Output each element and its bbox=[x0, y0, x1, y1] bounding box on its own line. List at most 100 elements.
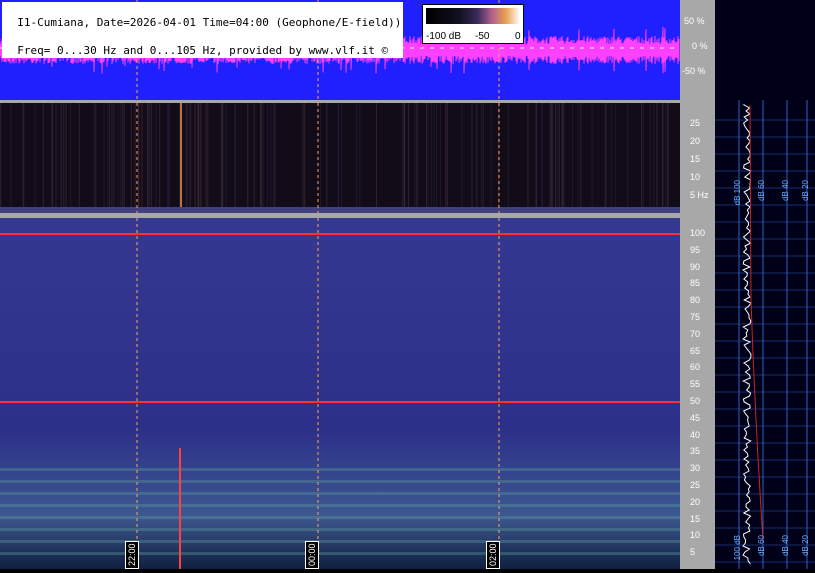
wave-tick: -50 % bbox=[682, 66, 706, 76]
time-label: 22:00 bbox=[125, 541, 139, 569]
colorbar-mid-label: -50 bbox=[475, 31, 490, 42]
spectrogram-streak bbox=[247, 103, 249, 213]
spectrogram-streak bbox=[471, 103, 473, 213]
spectrogram-streak bbox=[555, 103, 557, 213]
spectrogram-streak bbox=[414, 103, 416, 213]
spectrogram-streak bbox=[273, 103, 275, 213]
spectrogram-streak bbox=[189, 103, 191, 213]
spectrogram-streak bbox=[580, 103, 582, 213]
profile-trace bbox=[741, 104, 752, 565]
profile-scale-label: dB 40 bbox=[781, 180, 790, 201]
spectrogram-streak bbox=[562, 103, 564, 213]
spectrogram-streak bbox=[649, 103, 651, 213]
frequency-tick: 20 bbox=[690, 136, 701, 146]
harmonic-band bbox=[0, 468, 680, 471]
spectrogram-streak bbox=[146, 103, 148, 213]
spectrogram-streak bbox=[180, 103, 182, 213]
low-spectrogram-plot bbox=[0, 103, 680, 213]
spectrogram-streak bbox=[507, 103, 509, 213]
harmonic-band bbox=[0, 492, 680, 495]
spectrogram-streak bbox=[199, 103, 201, 213]
spectrogram-streak bbox=[168, 103, 170, 213]
spectrogram-streak bbox=[563, 103, 565, 213]
colorbar-gradient bbox=[426, 8, 520, 24]
spectrogram-streak bbox=[436, 103, 438, 213]
spectrogram-streak bbox=[656, 103, 658, 213]
spectrogram-streak bbox=[577, 103, 579, 213]
spectrum-profile-panel: dB 100 dB 60 dB 40 dB 20 100 dB dB 60 dB… bbox=[715, 0, 815, 569]
spectrogram-streak bbox=[150, 103, 152, 213]
spectrum-profile-plot bbox=[715, 100, 815, 569]
spectrogram-streak bbox=[260, 103, 262, 213]
spectrogram-streak bbox=[225, 103, 227, 213]
frequency-tick: 65 bbox=[690, 345, 701, 356]
frequency-tick: 15 bbox=[690, 154, 701, 164]
spectrogram-streak bbox=[653, 103, 655, 213]
spectrogram-streak bbox=[42, 103, 44, 213]
spectrogram-streak bbox=[340, 103, 342, 213]
spectrogram-streak bbox=[207, 103, 209, 213]
spectrogram-streak bbox=[55, 103, 57, 213]
spectrogram-streak bbox=[461, 103, 463, 213]
spectrogram-streak bbox=[665, 103, 667, 213]
spectrogram-streak bbox=[416, 103, 418, 213]
spectrogram-streak bbox=[482, 103, 484, 213]
frequency-tick: 10 bbox=[690, 530, 701, 541]
spectrogram-streak bbox=[167, 103, 169, 213]
spectrogram-streak bbox=[605, 103, 607, 213]
spectrogram-streak bbox=[51, 103, 53, 213]
header-line-2: Freq= 0...30 Hz and 0...105 Hz, provided… bbox=[17, 44, 389, 58]
spectrogram-streak bbox=[401, 103, 403, 213]
frequency-axis: 50 % 0 % -50 % 25 20 15 10 5 Hz 100 95 90 85 80 7… bbox=[680, 0, 715, 569]
spectrogram-streak bbox=[490, 103, 492, 213]
spectrogram-streak bbox=[627, 103, 629, 213]
profile-scale-label: dB 20 bbox=[801, 180, 810, 201]
frequency-tick: 90 bbox=[690, 261, 701, 272]
frequency-tick: 95 bbox=[690, 244, 701, 255]
spectrogram-streak bbox=[542, 103, 544, 213]
spectrogram-streak bbox=[197, 103, 199, 213]
spectrogram-streak bbox=[403, 103, 405, 213]
colorbar-legend: -100 dB -50 0 bbox=[422, 4, 524, 44]
spectrogram-streak bbox=[185, 103, 187, 213]
spectrogram-streak bbox=[187, 103, 189, 213]
spectrogram-streak bbox=[359, 103, 361, 213]
spectrogram-streak bbox=[439, 103, 441, 213]
frequency-tick: 25 bbox=[690, 480, 701, 490]
frequency-tick: 35 bbox=[690, 446, 701, 457]
spectrogram-streak bbox=[34, 103, 36, 213]
frequency-tick: 85 bbox=[690, 278, 701, 289]
wave-tick: 50 % bbox=[684, 16, 705, 26]
spectrogram-streak bbox=[235, 103, 237, 213]
profile-scale-label: dB 40 bbox=[781, 535, 790, 556]
spectrogram-streak bbox=[63, 103, 65, 213]
frequency-tick: 15 bbox=[690, 513, 701, 524]
spectrogram-streak bbox=[337, 103, 339, 213]
spectrogram-streak bbox=[155, 103, 157, 213]
frequency-tick: 25 bbox=[690, 118, 701, 128]
spectrogram-streak bbox=[205, 103, 207, 213]
spectrogram-streak bbox=[446, 103, 448, 213]
spectrogram-streak bbox=[159, 103, 161, 213]
spectrogram-streak bbox=[480, 103, 482, 213]
spectrogram-streak bbox=[475, 103, 477, 213]
spectrogram-streak bbox=[78, 103, 80, 213]
spectrogram-streak bbox=[445, 103, 447, 213]
spectrogram-streak bbox=[22, 103, 24, 213]
spectrogram-streak bbox=[274, 103, 276, 213]
frequency-tick: 20 bbox=[690, 496, 701, 507]
spectrogram-streak bbox=[319, 103, 321, 213]
spectrogram-streak bbox=[549, 103, 551, 213]
spectrogram-streak bbox=[556, 103, 558, 213]
spectrogram-streak bbox=[130, 103, 132, 213]
spectrogram-streak bbox=[667, 103, 669, 213]
spectrogram-streak bbox=[253, 103, 255, 213]
profile-scale-label: dB 60 bbox=[757, 535, 766, 556]
main-spectrogram-plot bbox=[0, 218, 680, 569]
spectrogram-streak bbox=[52, 103, 54, 213]
spectrogram-streak bbox=[65, 103, 67, 213]
profile-fit bbox=[749, 104, 764, 541]
frequency-tick: 5 Hz bbox=[690, 190, 709, 200]
frequency-tick: 50 bbox=[690, 396, 701, 406]
main-spectrogram bbox=[0, 218, 680, 569]
